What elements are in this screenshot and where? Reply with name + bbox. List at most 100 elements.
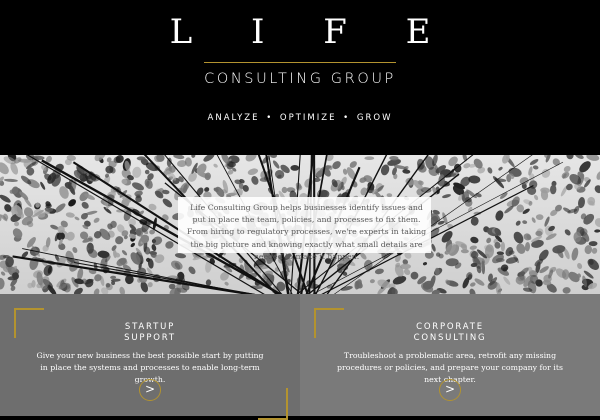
leaf bbox=[54, 203, 66, 213]
leaf bbox=[162, 198, 173, 208]
leaf bbox=[564, 229, 571, 236]
leaf bbox=[144, 169, 150, 175]
leaf bbox=[290, 165, 300, 171]
leaf bbox=[566, 155, 574, 160]
leaf bbox=[205, 279, 212, 286]
leaf bbox=[374, 268, 384, 275]
leaf bbox=[584, 245, 593, 255]
chevron-right-icon: > bbox=[144, 382, 156, 396]
leaf bbox=[571, 247, 579, 261]
leaf bbox=[544, 216, 550, 227]
chevron-right-icon: > bbox=[444, 382, 456, 396]
leaf bbox=[524, 242, 531, 252]
service-title-line1: CORPORATE bbox=[416, 322, 484, 332]
leaf bbox=[203, 155, 215, 162]
leaf bbox=[531, 217, 536, 223]
leaf bbox=[132, 182, 144, 191]
leaf bbox=[500, 241, 506, 252]
leaf bbox=[73, 287, 83, 294]
leaf bbox=[529, 158, 539, 166]
leaf bbox=[220, 271, 229, 281]
tagline: ANALYZE • OPTIMIZE • GROW bbox=[207, 113, 393, 123]
leaf bbox=[474, 278, 485, 286]
leaf bbox=[594, 218, 600, 228]
leaf bbox=[594, 229, 600, 233]
leaf bbox=[12, 228, 23, 239]
leaf bbox=[171, 260, 183, 270]
leaf bbox=[251, 176, 259, 185]
leaf bbox=[93, 217, 100, 223]
service-card-corporate: CORPORATE CONSULTING Troubleshoot a prob… bbox=[300, 294, 600, 416]
leaf bbox=[191, 155, 196, 158]
site-header: L I F E CONSULTING GROUP ANALYZE • OPTIM… bbox=[0, 0, 600, 155]
leaf bbox=[467, 206, 473, 212]
service-card-startup: STARTUP SUPPORT Give your new business t… bbox=[0, 294, 300, 420]
hero-banner: Life Consulting Group helps businesses i… bbox=[0, 155, 600, 294]
leaf bbox=[119, 286, 125, 294]
leaf bbox=[442, 194, 451, 199]
leaf bbox=[245, 155, 257, 162]
leaf bbox=[463, 163, 471, 169]
leaf bbox=[43, 264, 53, 276]
leaf bbox=[173, 155, 185, 160]
leaf bbox=[130, 242, 136, 248]
leaf bbox=[3, 178, 18, 182]
leaf bbox=[35, 202, 40, 208]
logo-divider bbox=[204, 62, 396, 63]
leaf bbox=[402, 169, 411, 174]
leaf bbox=[14, 221, 20, 227]
leaf bbox=[247, 168, 259, 175]
logo-subtitle[interactable]: CONSULTING GROUP bbox=[0, 71, 600, 87]
startup-more-button[interactable]: > bbox=[139, 379, 161, 401]
leaf bbox=[594, 185, 600, 194]
leaf bbox=[469, 245, 477, 250]
service-title-line2: SUPPORT bbox=[124, 333, 176, 343]
leaf bbox=[81, 201, 89, 209]
leaf bbox=[515, 220, 521, 226]
leaf bbox=[115, 236, 124, 245]
leaf bbox=[588, 241, 598, 247]
leaf bbox=[513, 231, 524, 244]
leaf bbox=[516, 243, 526, 254]
leaf bbox=[364, 156, 375, 160]
leaf bbox=[134, 190, 143, 197]
leaf bbox=[575, 155, 584, 159]
leaf bbox=[532, 165, 539, 170]
leaf bbox=[534, 194, 539, 201]
leaf bbox=[224, 281, 229, 286]
leaf bbox=[549, 184, 557, 195]
service-title-line2: CONSULTING bbox=[413, 333, 487, 343]
corporate-more-button[interactable]: > bbox=[439, 379, 461, 401]
leaf bbox=[431, 243, 436, 252]
leaf bbox=[188, 266, 196, 275]
leaf bbox=[332, 161, 341, 170]
leaf bbox=[272, 160, 280, 169]
leaf bbox=[486, 237, 492, 244]
leaf bbox=[495, 210, 504, 221]
leaf bbox=[470, 236, 479, 244]
intro-text: Life Consulting Group helps businesses i… bbox=[186, 203, 427, 261]
leaf bbox=[562, 269, 570, 280]
leaf bbox=[0, 194, 11, 203]
leaf bbox=[522, 220, 528, 224]
logo-wordmark[interactable]: L I F E bbox=[0, 12, 600, 52]
service-title-line1: STARTUP bbox=[124, 322, 176, 332]
leaf bbox=[165, 241, 174, 249]
leaf bbox=[562, 287, 571, 294]
service-title: CORPORATE CONSULTING bbox=[300, 322, 600, 344]
leaf bbox=[596, 171, 600, 180]
services-section: STARTUP SUPPORT Give your new business t… bbox=[0, 294, 600, 420]
leaf bbox=[577, 262, 583, 270]
leaf bbox=[535, 214, 544, 221]
service-title: STARTUP SUPPORT bbox=[0, 322, 300, 344]
leaf bbox=[503, 276, 511, 285]
corner-accent-bottom bbox=[258, 388, 288, 420]
leaf bbox=[213, 163, 218, 168]
leaf bbox=[281, 186, 288, 194]
leaf bbox=[110, 275, 117, 280]
leaf bbox=[591, 247, 598, 254]
leaf bbox=[470, 282, 476, 287]
leaf bbox=[270, 155, 277, 159]
leaf bbox=[460, 249, 469, 254]
leaf bbox=[487, 167, 493, 174]
